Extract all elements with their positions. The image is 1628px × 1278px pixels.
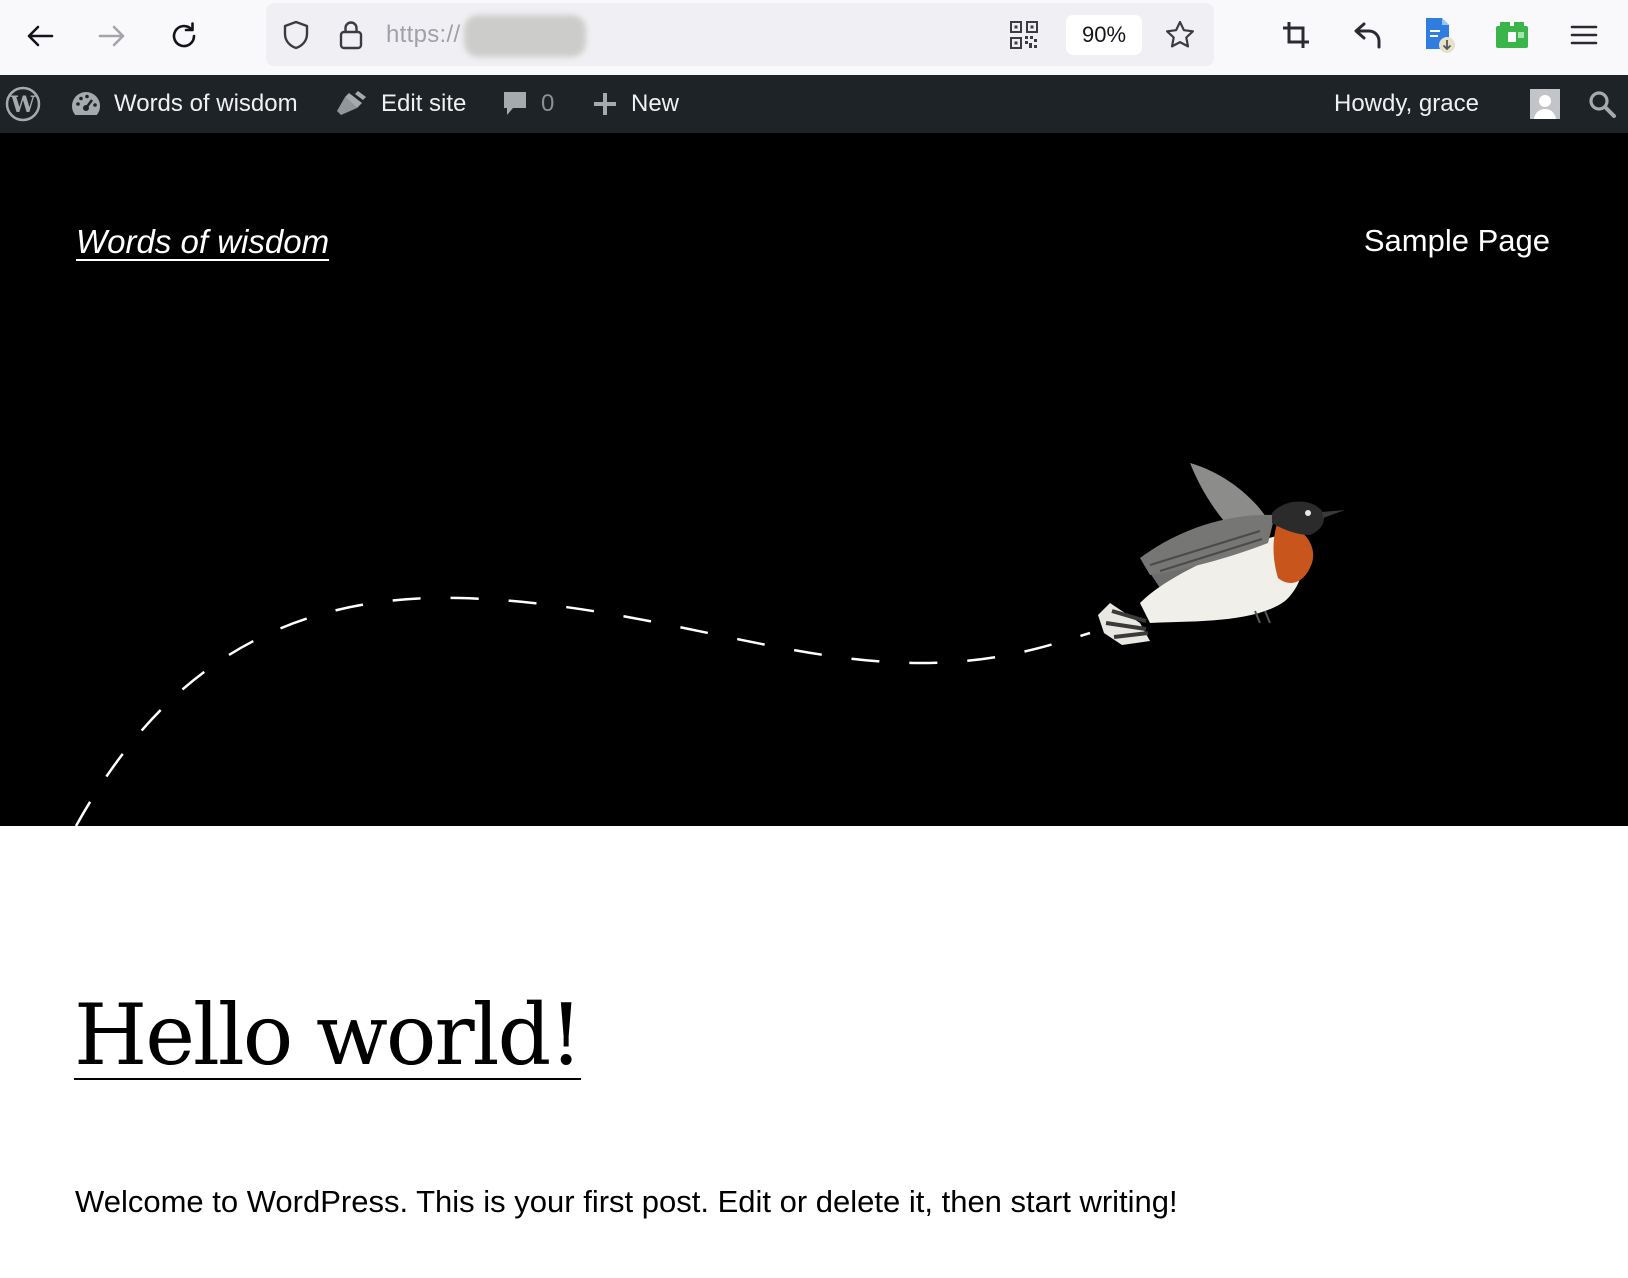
site-title-link[interactable]: Words of wisdom (76, 223, 329, 261)
shield-icon[interactable] (278, 17, 314, 53)
comments-count: 0 (541, 90, 555, 117)
post-excerpt: Welcome to WordPress. This is your first… (75, 1184, 1178, 1219)
edit-site-label: Edit site (381, 90, 467, 117)
site-header: Words of wisdom Sample Page (0, 133, 1628, 826)
reload-icon (172, 22, 196, 48)
edit-site-button[interactable]: Edit site (335, 75, 466, 133)
wp-admin-bar: W Words of wisdom Edit site 0 New Howdy,… (0, 75, 1628, 133)
qr-code-icon[interactable] (1008, 19, 1040, 51)
svg-text:W: W (10, 92, 36, 118)
wp-logo-button[interactable]: W (4, 75, 42, 133)
wordpress-logo-icon: W (5, 86, 41, 122)
comments-button[interactable]: 0 (501, 75, 554, 133)
dashboard-icon (72, 92, 100, 115)
reload-button[interactable] (159, 13, 209, 59)
post-title-link[interactable]: Hello world! (74, 985, 583, 1086)
undo-icon[interactable] (1350, 17, 1386, 53)
url-redacted (464, 15, 586, 57)
arrow-left-icon (27, 25, 54, 47)
comment-bubble-icon (504, 92, 526, 115)
my-account-menu[interactable]: Howdy, grace (1334, 75, 1479, 133)
avatar-icon (1530, 89, 1560, 119)
avatar[interactable] (1530, 75, 1560, 133)
search-button[interactable] (1587, 75, 1617, 133)
green-extension-icon[interactable] (1492, 17, 1532, 53)
nav-sample-page[interactable]: Sample Page (1364, 223, 1550, 259)
address-bar[interactable]: https:// 90% (266, 3, 1214, 66)
star-icon[interactable] (1162, 17, 1198, 53)
arrow-right-icon (98, 25, 125, 47)
forward-button[interactable] (87, 13, 137, 59)
lock-icon[interactable] (336, 17, 366, 53)
new-content-button[interactable]: New (591, 75, 679, 133)
brush-icon (337, 91, 366, 115)
back-button[interactable] (15, 13, 65, 59)
crop-icon[interactable] (1278, 17, 1314, 53)
zoom-level-button[interactable]: 90% (1066, 15, 1142, 55)
site-name-label: Words of wisdom (114, 90, 298, 117)
site-name-menu[interactable]: Words of wisdom (70, 75, 298, 133)
dashed-flight-path (74, 596, 1091, 826)
plus-icon (594, 93, 616, 115)
hamburger-menu-icon[interactable] (1566, 17, 1602, 53)
greeting-label: Howdy, grace (1334, 90, 1479, 117)
browser-toolbar: https:// 90% (0, 0, 1628, 76)
new-label: New (631, 90, 680, 117)
url-text[interactable]: https:// (386, 21, 460, 49)
search-icon (1589, 91, 1616, 118)
document-download-icon[interactable] (1420, 15, 1458, 55)
bird-illustration (1098, 463, 1345, 645)
